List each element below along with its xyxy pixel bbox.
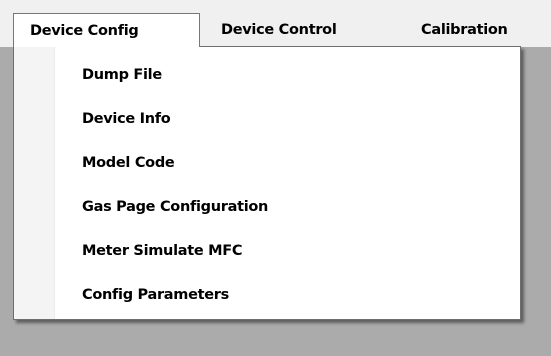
menu-item-dump-file[interactable]: Dump File [14,53,520,97]
menu-item-model-code[interactable]: Model Code [14,141,520,185]
menu-item-model-code-label: Model Code [82,155,175,171]
menu-item-dump-file-label: Dump File [82,67,162,83]
menu-device-control[interactable]: Device Control [221,13,337,47]
menu-calibration[interactable]: Calibration [421,13,508,47]
menu-calibration-label: Calibration [421,22,508,38]
menu-item-meter-simulate-mfc-label: Meter Simulate MFC [82,243,243,259]
menu-device-control-label: Device Control [221,22,337,38]
menu-item-gas-page-configuration-label: Gas Page Configuration [82,199,269,215]
menu-item-gas-page-configuration[interactable]: Gas Page Configuration [14,185,520,229]
menu-item-meter-simulate-mfc[interactable]: Meter Simulate MFC [14,229,520,273]
menu-item-device-info[interactable]: Device Info [14,97,520,141]
device-config-dropdown: Dump File Device Info Model Code Gas Pag… [13,46,521,320]
menu-item-config-parameters[interactable]: Config Parameters [14,273,520,317]
menu-item-device-info-label: Device Info [82,111,171,127]
menu-device-config[interactable]: Device Config [13,13,200,47]
menu-item-config-parameters-label: Config Parameters [82,287,229,303]
menu-device-config-label: Device Config [30,23,139,39]
menu-bar: Device Config Device Control Calibration [0,0,551,47]
